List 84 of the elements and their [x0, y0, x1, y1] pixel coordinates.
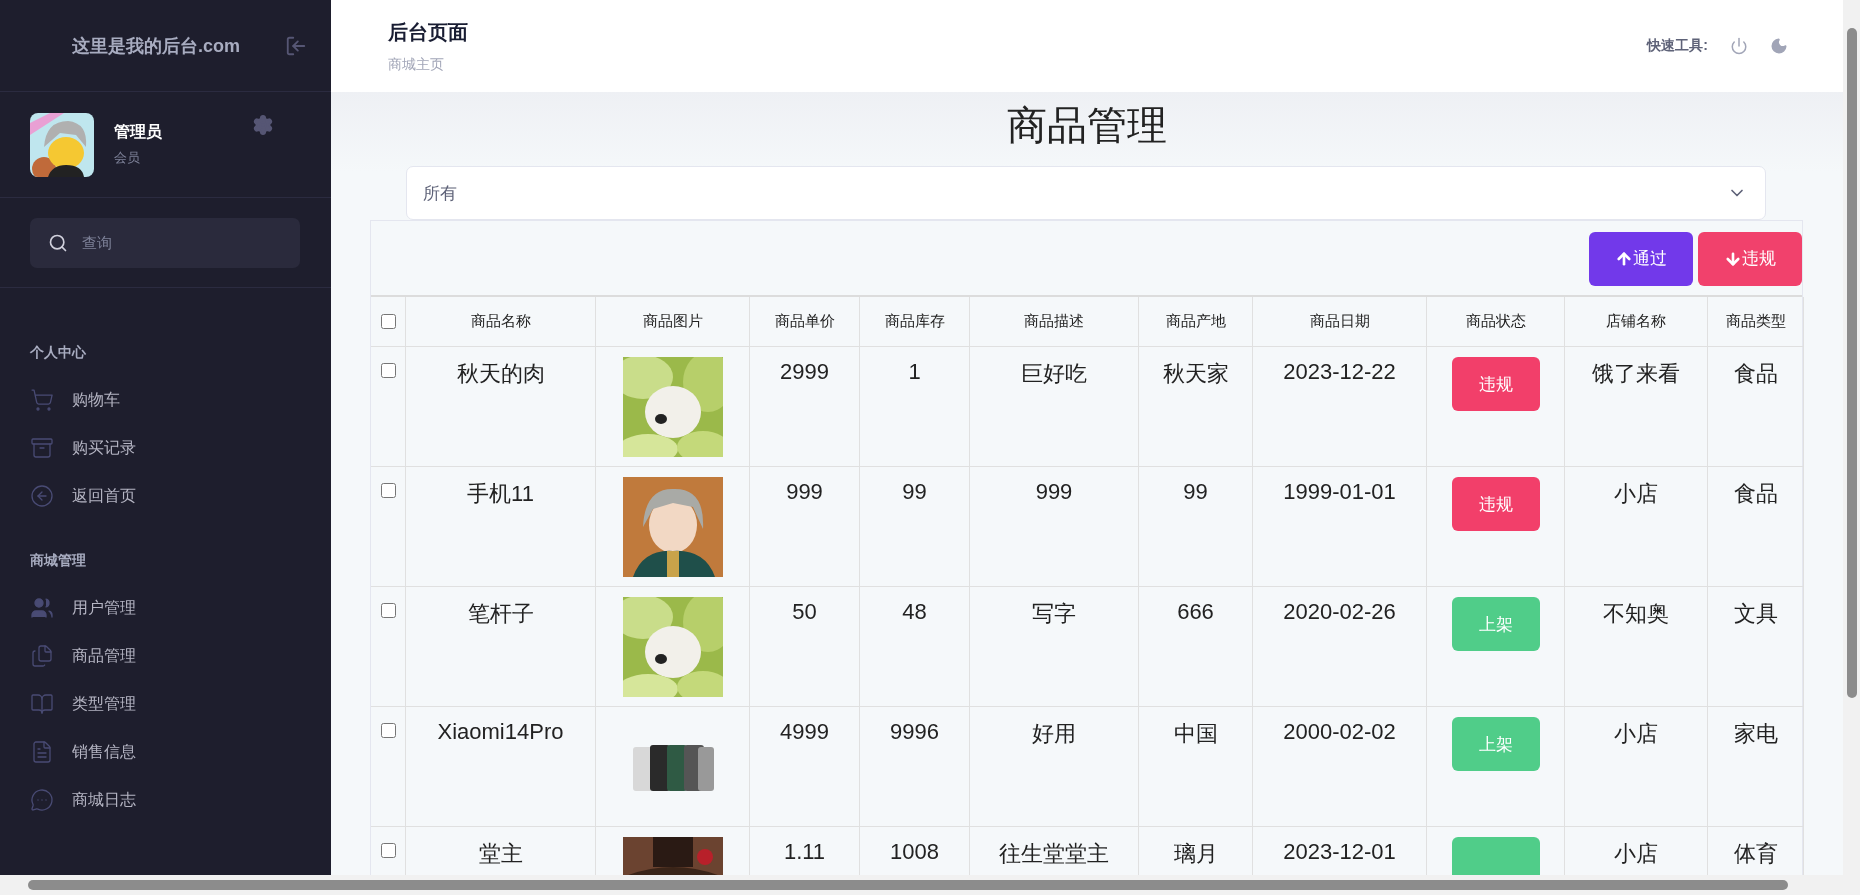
table-cell: Xiaomi14Pro [406, 707, 596, 827]
table-cell: 手机11 [406, 467, 596, 587]
column-header: 商品单价 [750, 297, 860, 347]
table-cell: 2000-02-02 [1253, 707, 1427, 827]
moon-icon[interactable] [1770, 37, 1788, 55]
select-all-checkbox[interactable] [380, 314, 396, 329]
row-checkbox[interactable] [380, 483, 396, 498]
chat-bubble-icon [30, 788, 54, 812]
table-cell: 笔杆子 [406, 587, 596, 707]
row-checkbox[interactable] [380, 603, 396, 618]
column-header: 商品库存 [860, 297, 970, 347]
table-cell: 秋天家 [1139, 347, 1253, 467]
table-cell: 食品 [1708, 347, 1804, 467]
settings-icon[interactable] [252, 114, 274, 136]
column-header: 商品日期 [1253, 297, 1427, 347]
column-header: 商品状态 [1427, 297, 1565, 347]
brand-title: 这里是我的后台.com [72, 34, 240, 58]
table-cell: 4999 [750, 707, 860, 827]
table-cell: 99 [1139, 467, 1253, 587]
tools-label: 快速工具: [1647, 37, 1708, 55]
approve-button[interactable]: 通过 [1589, 231, 1693, 286]
menu-section-title: 商城管理 [30, 552, 87, 570]
menu-item[interactable]: 购物车 [30, 376, 331, 424]
table-cell: 1 [860, 347, 970, 467]
menu-item[interactable]: 返回首页 [30, 472, 331, 520]
table-cell: 9996 [860, 707, 970, 827]
page-title: 商品管理 [1006, 102, 1167, 149]
table-cell: 中国 [1139, 707, 1253, 827]
row-checkbox[interactable] [380, 723, 396, 738]
cart-icon [30, 388, 54, 412]
menu-item[interactable]: 销售信息 [30, 728, 331, 776]
status-button[interactable]: 违规 [1451, 357, 1540, 411]
menu-item[interactable]: 类型管理 [30, 680, 331, 728]
table-cell: 家电 [1708, 707, 1804, 827]
scrollbar[interactable] [0, 875, 1860, 895]
document-icon [30, 740, 54, 764]
table-cell: 999 [750, 467, 860, 587]
column-header: 商品图片 [596, 297, 750, 347]
table-cell: 99 [860, 467, 970, 587]
page-header-title: 后台页面 [388, 19, 468, 45]
table-cell: 不知奥 [1565, 587, 1708, 707]
search-icon [48, 232, 68, 253]
menu-item[interactable]: 购买记录 [30, 424, 331, 472]
book-icon [30, 692, 54, 716]
reject-button[interactable]: 违规 [1698, 231, 1802, 286]
table-cell: 文具 [1708, 587, 1804, 707]
archive-box-icon [30, 436, 54, 460]
column-header: 商品类型 [1708, 297, 1804, 347]
breadcrumb: 商城主页 [388, 55, 445, 74]
table-cell: 小店 [1565, 707, 1708, 827]
table-cell: 1999-01-01 [1253, 467, 1427, 587]
menu-item[interactable]: 商品管理 [30, 632, 331, 680]
collapse-icon[interactable] [285, 34, 307, 57]
column-header: 店铺名称 [1565, 297, 1708, 347]
column-header: 商品产地 [1139, 297, 1253, 347]
users-icon [30, 596, 54, 620]
table-cell: 饿了来看 [1565, 347, 1708, 467]
user-role: 会员 [114, 149, 141, 167]
table-cell: 2023-12-22 [1253, 347, 1427, 467]
table-cell: 食品 [1708, 467, 1804, 587]
status-button[interactable]: 违规 [1451, 477, 1540, 531]
table-cell: 秋天的肉 [406, 347, 596, 467]
table-cell: 写字 [970, 587, 1139, 707]
table-cell: 2999 [750, 347, 860, 467]
column-header: 商品描述 [970, 297, 1139, 347]
table-cell: 666 [1139, 587, 1253, 707]
menu-item[interactable]: 商城日志 [30, 776, 331, 824]
scrollbar[interactable] [1843, 0, 1860, 875]
menu-item[interactable]: 用户管理 [30, 584, 331, 632]
table-cell: 2020-02-26 [1253, 587, 1427, 707]
row-checkbox[interactable] [380, 843, 396, 858]
user-name: 管理员 [114, 122, 162, 142]
power-icon[interactable] [1730, 37, 1748, 55]
table-cell: 巨好吃 [970, 347, 1139, 467]
table-cell: 999 [970, 467, 1139, 587]
filter-select[interactable]: 所有 [406, 166, 1766, 220]
table-cell: 48 [860, 587, 970, 707]
menu-section-title: 个人中心 [30, 344, 87, 362]
row-checkbox[interactable] [380, 363, 396, 378]
table-cell: 50 [750, 587, 860, 707]
table-cell: 好用 [970, 707, 1139, 827]
column-header: 商品名称 [406, 297, 596, 347]
table-cell: 小店 [1565, 467, 1708, 587]
search-field[interactable]: 查询 [30, 217, 300, 268]
